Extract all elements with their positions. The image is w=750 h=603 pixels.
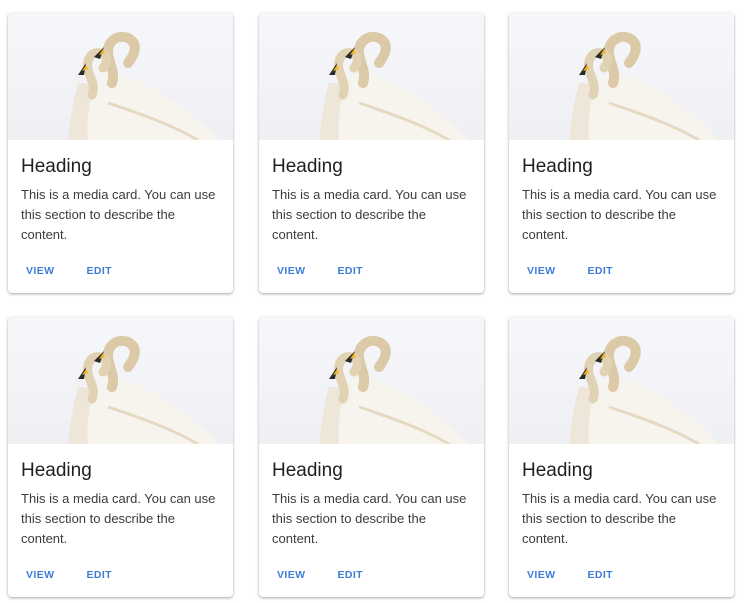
swan-image [569, 31, 719, 140]
card-media [509, 13, 734, 140]
view-button[interactable]: VIEW [265, 261, 317, 281]
card-description: This is a media card. You can use this s… [522, 491, 717, 546]
view-button[interactable]: VIEW [265, 565, 317, 585]
card-media [259, 13, 484, 140]
card-description: This is a media card. You can use this s… [522, 187, 717, 242]
card-actions: VIEW EDIT [265, 565, 375, 585]
card-actions: VIEW EDIT [515, 565, 625, 585]
view-button[interactable]: VIEW [14, 261, 66, 281]
card-media [259, 317, 484, 444]
card-description: This is a media card. You can use this s… [21, 187, 216, 242]
swan-image [319, 335, 469, 444]
edit-button[interactable]: EDIT [575, 261, 625, 281]
card-content: Heading This is a media card. You can us… [259, 444, 484, 549]
card-description: This is a media card. You can use this s… [272, 491, 467, 546]
card-content: Heading This is a media card. You can us… [259, 140, 484, 245]
swan-image [319, 31, 469, 140]
card-content: Heading This is a media card. You can us… [8, 140, 233, 245]
edit-button[interactable]: EDIT [575, 565, 625, 585]
card-heading: Heading [522, 460, 593, 481]
card-heading: Heading [272, 460, 343, 481]
card-actions: VIEW EDIT [515, 261, 625, 281]
card-description: This is a media card. You can use this s… [272, 187, 467, 242]
card-actions: VIEW EDIT [14, 565, 124, 585]
card-media [8, 317, 233, 444]
media-card: Heading This is a media card. You can us… [509, 317, 734, 597]
media-card: Heading This is a media card. You can us… [8, 13, 233, 293]
card-heading: Heading [272, 156, 343, 177]
edit-button[interactable]: EDIT [74, 261, 124, 281]
view-button[interactable]: VIEW [14, 565, 66, 585]
card-heading: Heading [21, 460, 92, 481]
card-content: Heading This is a media card. You can us… [8, 444, 233, 549]
media-card: Heading This is a media card. You can us… [8, 317, 233, 597]
card-heading: Heading [522, 156, 593, 177]
card-media [509, 317, 734, 444]
edit-button[interactable]: EDIT [325, 261, 375, 281]
swan-image [68, 31, 218, 140]
edit-button[interactable]: EDIT [325, 565, 375, 585]
card-heading: Heading [21, 156, 92, 177]
card-content: Heading This is a media card. You can us… [509, 140, 734, 245]
swan-image [68, 335, 218, 444]
view-button[interactable]: VIEW [515, 565, 567, 585]
media-card: Heading This is a media card. You can us… [259, 13, 484, 293]
edit-button[interactable]: EDIT [74, 565, 124, 585]
card-media [8, 13, 233, 140]
view-button[interactable]: VIEW [515, 261, 567, 281]
card-actions: VIEW EDIT [265, 261, 375, 281]
card-description: This is a media card. You can use this s… [21, 491, 216, 546]
card-actions: VIEW EDIT [14, 261, 124, 281]
card-grid: Heading This is a media card. You can us… [0, 0, 750, 603]
card-content: Heading This is a media card. You can us… [509, 444, 734, 549]
media-card: Heading This is a media card. You can us… [259, 317, 484, 597]
media-card: Heading This is a media card. You can us… [509, 13, 734, 293]
swan-image [569, 335, 719, 444]
